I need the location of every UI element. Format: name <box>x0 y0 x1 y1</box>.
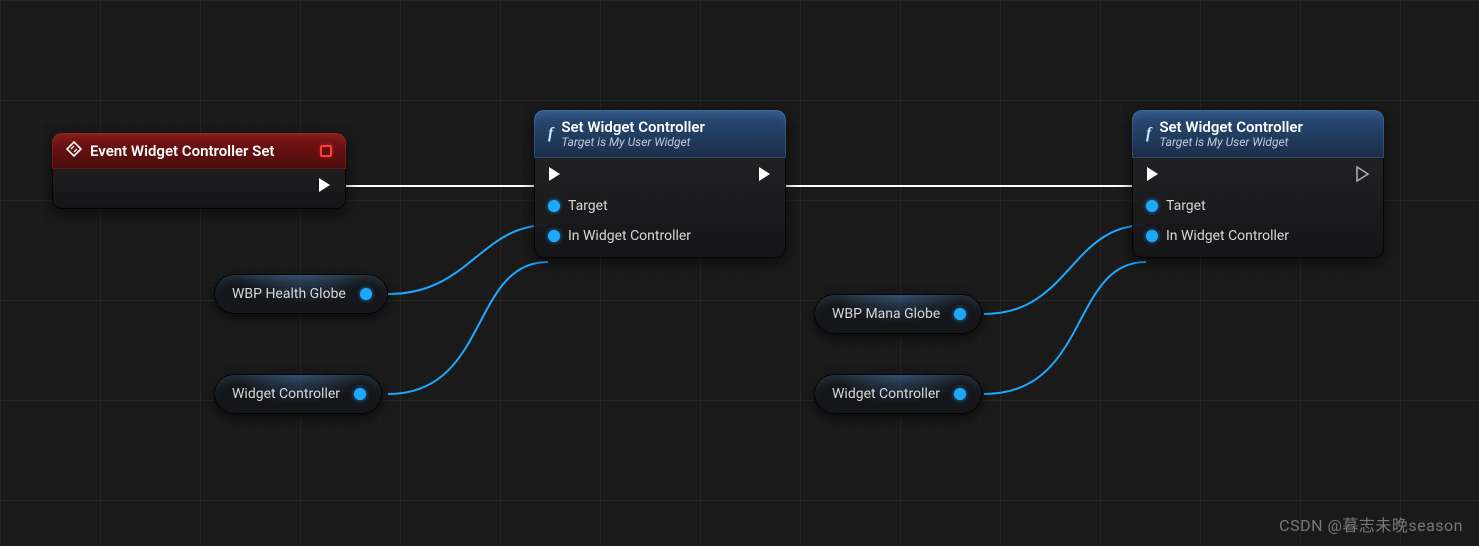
function-node-set-widget-controller-2[interactable]: f Set Widget Controller Target is My Use… <box>1132 110 1384 258</box>
object-pin-icon <box>1146 230 1158 242</box>
in-widget-controller-input-pin[interactable]: In Widget Controller <box>1146 226 1289 246</box>
pin-label-target: Target <box>568 198 608 214</box>
object-output-pin[interactable] <box>954 388 966 400</box>
watermark-text: CSDN @暮志未晚season <box>1279 512 1463 536</box>
function-node-2-header[interactable]: f Set Widget Controller Target is My Use… <box>1132 110 1384 158</box>
exec-output-pin[interactable] <box>1356 166 1370 186</box>
variable-node-wbp-health-globe[interactable]: WBP Health Globe <box>214 274 388 314</box>
exec-input-pin[interactable] <box>548 166 691 186</box>
wire-layer <box>0 0 1479 546</box>
exec-output-pin[interactable] <box>758 166 772 186</box>
variable-label: WBP Health Globe <box>232 286 346 302</box>
object-output-pin[interactable] <box>360 288 372 300</box>
exec-output-pin[interactable] <box>318 177 332 197</box>
target-input-pin[interactable]: Target <box>1146 196 1289 216</box>
function-node-1-subtitle: Target is My User Widget <box>561 136 705 149</box>
event-node-widget-controller-set[interactable]: Event Widget Controller Set <box>52 133 346 209</box>
function-node-1-header[interactable]: f Set Widget Controller Target is My Use… <box>534 110 786 158</box>
function-node-1-title: Set Widget Controller <box>561 119 705 136</box>
delegate-output-pin[interactable] <box>320 145 332 157</box>
event-node-title: Event Widget Controller Set <box>90 142 274 160</box>
variable-node-wbp-mana-globe[interactable]: WBP Mana Globe <box>814 294 982 334</box>
in-widget-controller-input-pin[interactable]: In Widget Controller <box>548 226 691 246</box>
function-node-2-subtitle: Target is My User Widget <box>1159 136 1303 149</box>
variable-node-widget-controller-2[interactable]: Widget Controller <box>814 374 982 414</box>
variable-label: Widget Controller <box>832 386 940 402</box>
variable-node-widget-controller-1[interactable]: Widget Controller <box>214 374 382 414</box>
event-node-header[interactable]: Event Widget Controller Set <box>52 133 346 169</box>
function-node-set-widget-controller-1[interactable]: f Set Widget Controller Target is My Use… <box>534 110 786 258</box>
function-f-icon: f <box>548 125 553 143</box>
function-f-icon: f <box>1146 125 1151 143</box>
variable-label: WBP Mana Globe <box>832 306 940 322</box>
object-output-pin[interactable] <box>954 308 966 320</box>
object-pin-icon <box>548 200 560 212</box>
pin-label-target: Target <box>1166 198 1206 214</box>
variable-label: Widget Controller <box>232 386 340 402</box>
object-pin-icon <box>1146 200 1158 212</box>
diamond-arrows-icon <box>66 141 82 161</box>
pin-label-in-widget-controller: In Widget Controller <box>568 228 691 244</box>
object-output-pin[interactable] <box>354 388 366 400</box>
exec-input-pin[interactable] <box>1146 166 1289 186</box>
pin-label-in-widget-controller: In Widget Controller <box>1166 228 1289 244</box>
function-node-2-title: Set Widget Controller <box>1159 119 1303 136</box>
object-pin-icon <box>548 230 560 242</box>
target-input-pin[interactable]: Target <box>548 196 691 216</box>
